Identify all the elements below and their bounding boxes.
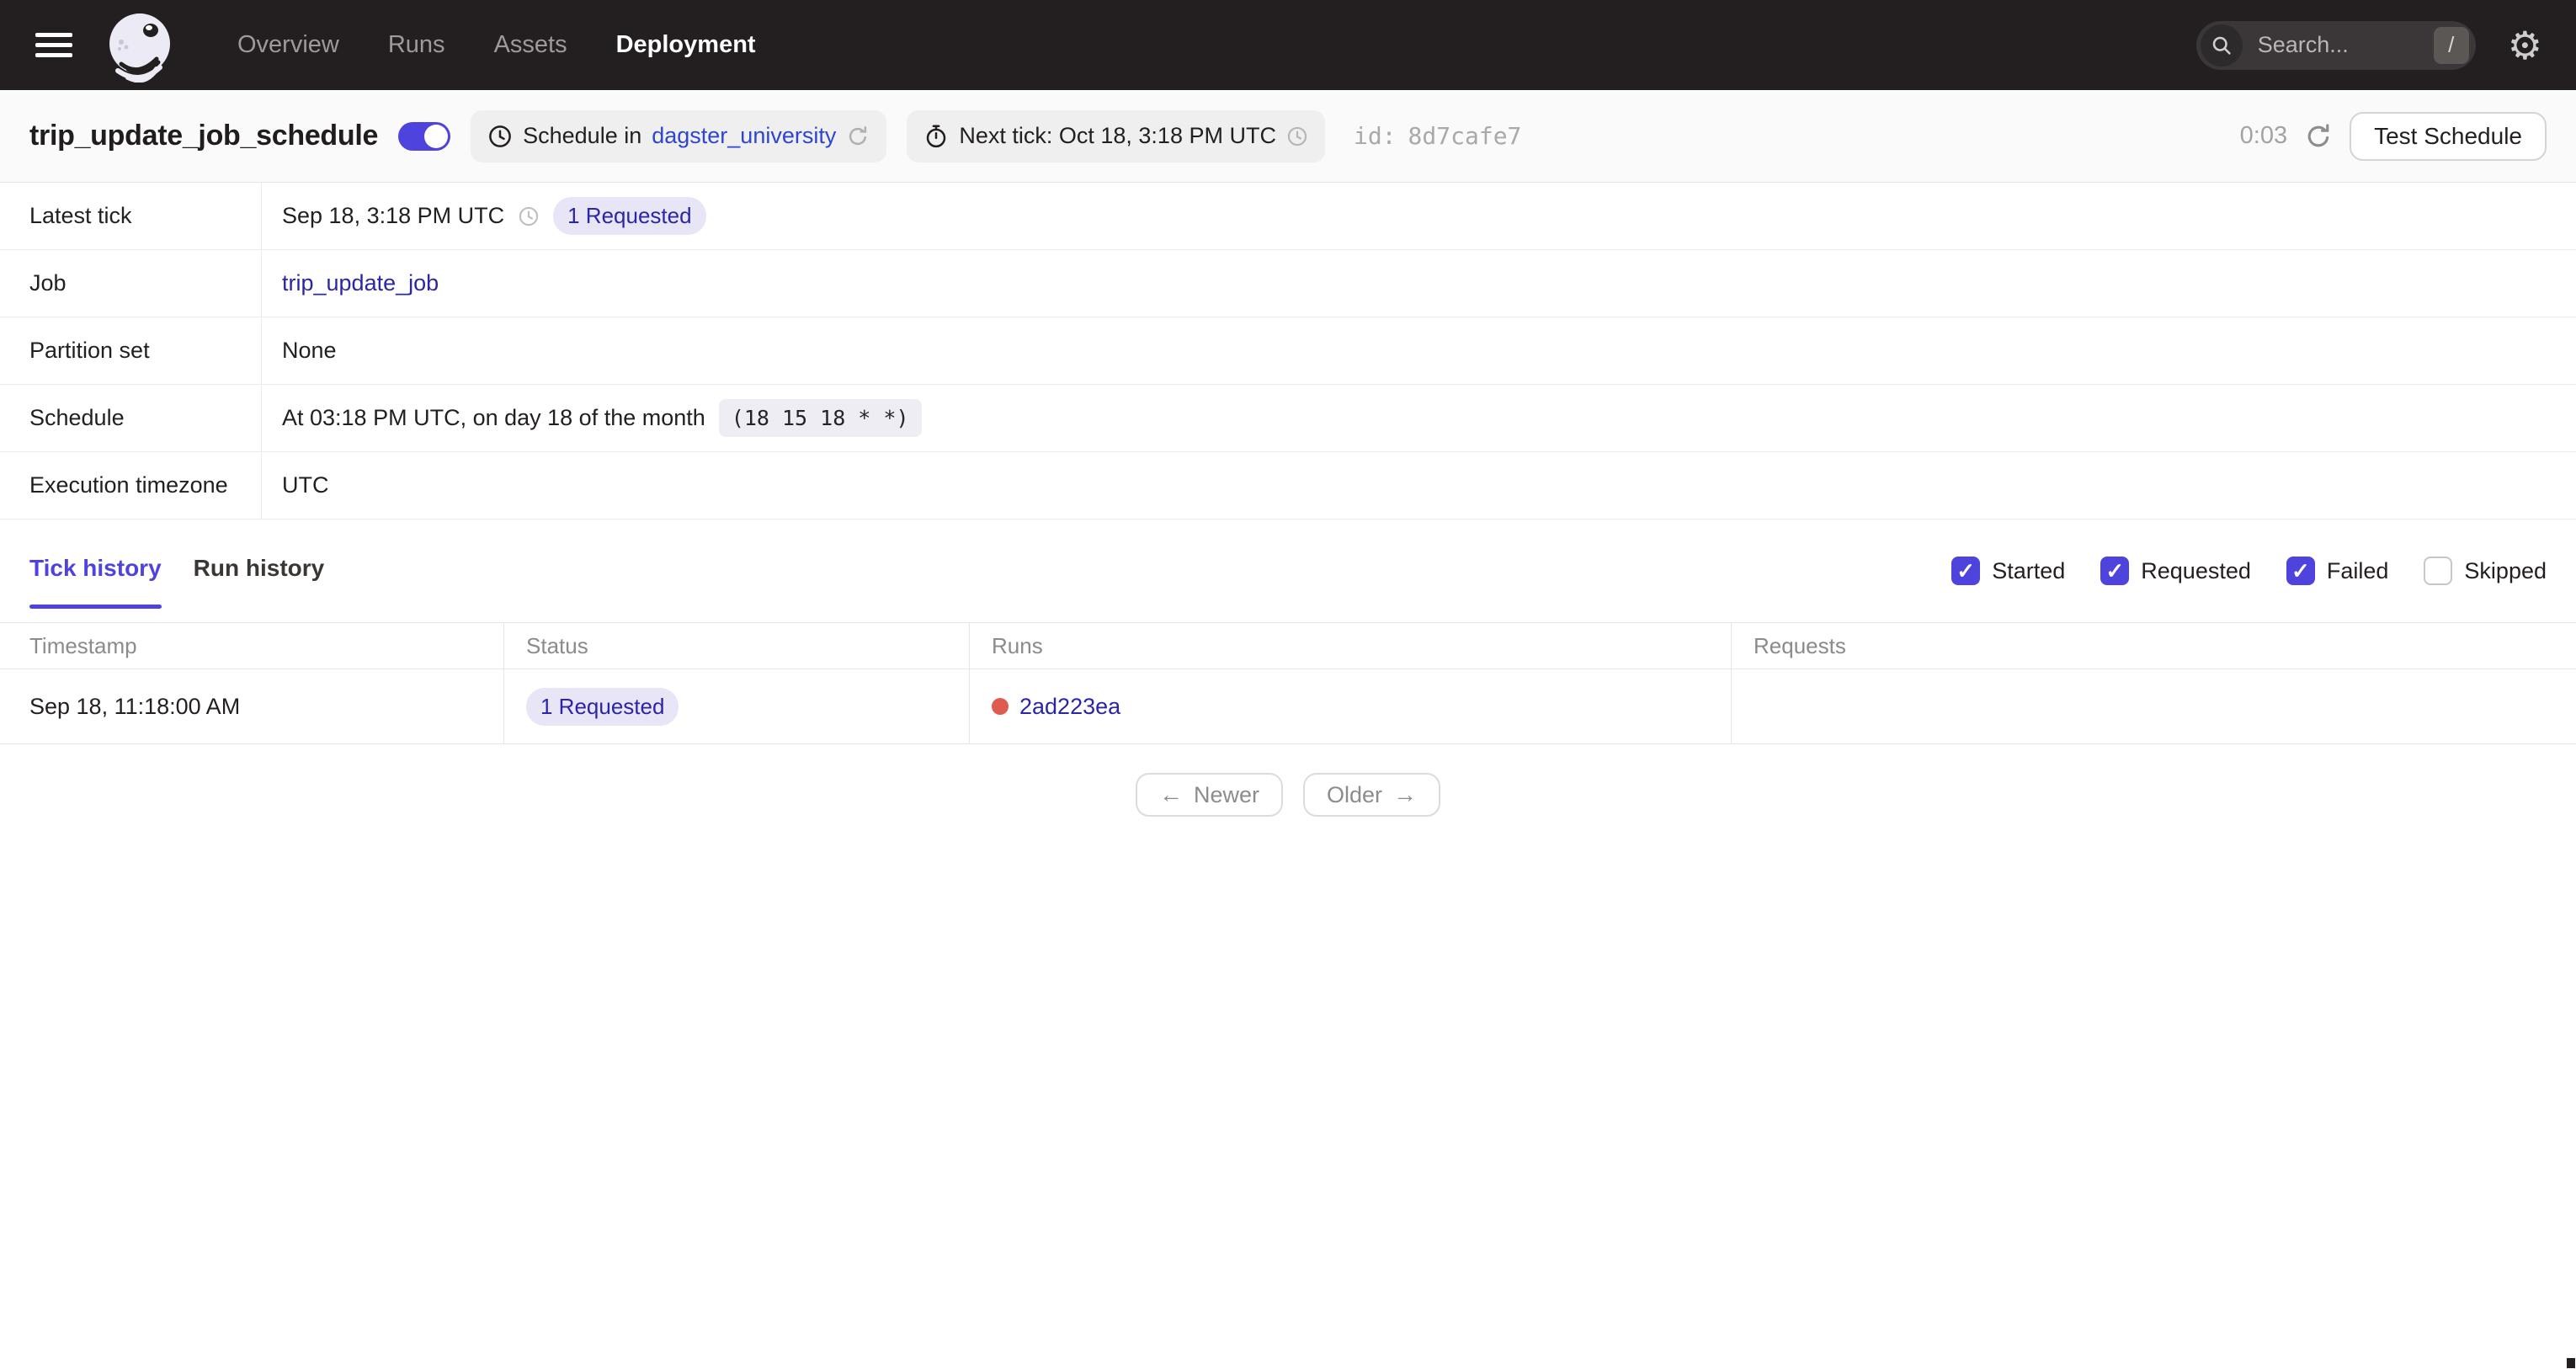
- schedule-details: Latest tick Sep 18, 3:18 PM UTC 1 Reques…: [0, 183, 2576, 519]
- older-button[interactable]: Older →: [1303, 773, 1441, 817]
- detail-row-latest-tick: Latest tick Sep 18, 3:18 PM UTC 1 Reques…: [0, 183, 2576, 250]
- dagster-logo[interactable]: [103, 8, 177, 83]
- latest-tick-timestamp: Sep 18, 3:18 PM UTC: [282, 203, 505, 228]
- id-value: 8d7cafe7: [1408, 122, 1522, 150]
- detail-label: Execution timezone: [0, 452, 262, 519]
- tick-history-table: Timestamp Status Runs Requests Sep 18, 1…: [0, 622, 2576, 744]
- detail-row-job: Job trip_update_job: [0, 250, 2576, 317]
- checkbox-failed[interactable]: ✓: [2286, 557, 2315, 585]
- timezone-clock-icon[interactable]: [1286, 125, 1308, 147]
- nav-deployment[interactable]: Deployment: [616, 31, 756, 59]
- table-row: Sep 18, 11:18:00 AM 1 Requested 2ad223ea: [0, 669, 2576, 744]
- toggle-knob: [424, 124, 449, 148]
- schedule-id: id: 8d7cafe7: [1354, 122, 1521, 150]
- run-link[interactable]: 2ad223ea: [1019, 694, 1120, 720]
- tick-status-badge[interactable]: 1 Requested: [526, 687, 679, 726]
- primary-nav: Overview Runs Assets Deployment: [237, 31, 756, 59]
- reload-icon[interactable]: [846, 125, 870, 148]
- tick-timestamp-cell: Sep 18, 11:18:00 AM: [0, 669, 504, 743]
- checkbox-skipped[interactable]: [2424, 557, 2453, 585]
- col-requests: Requests: [1754, 632, 1846, 658]
- detail-label: Partition set: [0, 317, 262, 384]
- latest-tick-status-badge[interactable]: 1 Requested: [553, 197, 706, 235]
- job-link[interactable]: trip_update_job: [282, 270, 439, 296]
- nav-assets[interactable]: Assets: [494, 31, 567, 59]
- top-nav: Overview Runs Assets Deployment Search..…: [0, 0, 2576, 90]
- detail-row-partition-set: Partition set None: [0, 317, 2576, 385]
- filter-failed[interactable]: ✓ Failed: [2286, 557, 2388, 585]
- col-timestamp: Timestamp: [0, 623, 504, 669]
- filter-requested[interactable]: ✓ Requested: [2100, 557, 2251, 585]
- clock-icon: [489, 125, 512, 147]
- dagster-logo-icon: [109, 13, 170, 83]
- run-status-dot: [992, 698, 1009, 715]
- search-shortcut-badge: /: [2433, 26, 2469, 64]
- nav-runs[interactable]: Runs: [388, 31, 445, 59]
- detail-label: Schedule: [0, 385, 262, 451]
- arrow-right-icon: →: [1393, 781, 1418, 807]
- refresh-icon[interactable]: [2304, 122, 2333, 151]
- schedule-description: At 03:18 PM UTC, on day 18 of the month: [282, 405, 705, 430]
- col-status: Status: [504, 623, 970, 669]
- timer-icon: [927, 125, 946, 147]
- tick-runs-cell: 2ad223ea: [970, 669, 1732, 743]
- tab-tick-history[interactable]: Tick history: [29, 555, 162, 609]
- newer-button[interactable]: ← Newer: [1135, 773, 1283, 817]
- tab-run-history[interactable]: Run history: [194, 555, 325, 609]
- search-icon: [2200, 24, 2243, 67]
- corner-artifact: [2567, 1358, 2575, 1368]
- next-tick-tag: Next tick: Oct 18, 3:18 PM UTC: [907, 109, 1325, 162]
- checkbox-requested[interactable]: ✓: [2100, 557, 2130, 585]
- nav-overview[interactable]: Overview: [237, 31, 339, 59]
- tick-status-cell: 1 Requested: [504, 669, 970, 743]
- filter-skipped[interactable]: Skipped: [2424, 557, 2547, 585]
- gear-icon[interactable]: ⚙: [2508, 26, 2542, 65]
- tick-status-filters: ✓ Started ✓ Requested ✓ Failed Skipped: [1951, 555, 2547, 585]
- history-tabs-bar: Tick history Run history ✓ Started ✓ Req…: [0, 519, 2576, 609]
- col-runs: Runs: [970, 623, 1732, 669]
- search-placeholder: Search...: [2257, 32, 2349, 57]
- filter-started[interactable]: ✓ Started: [1951, 557, 2065, 585]
- detail-label: Job: [0, 250, 262, 317]
- schedule-header: trip_update_job_schedule Schedule in dag…: [0, 90, 2576, 183]
- refresh-countdown: 0:03: [2239, 122, 2288, 149]
- code-location-link[interactable]: dagster_university: [652, 123, 836, 149]
- detail-row-timezone: Execution timezone UTC: [0, 452, 2576, 519]
- timezone-value: UTC: [282, 472, 329, 498]
- menu-icon[interactable]: [35, 33, 72, 57]
- schedule-location-tag: Schedule in dagster_university: [471, 109, 887, 162]
- table-header-row: Timestamp Status Runs Requests: [0, 623, 2576, 669]
- checkbox-started[interactable]: ✓: [1951, 557, 1981, 585]
- detail-label: Latest tick: [0, 183, 262, 249]
- next-tick-label: Next tick: Oct 18, 3:18 PM UTC: [959, 123, 1276, 148]
- pagination: ← Newer Older →: [0, 773, 2576, 817]
- cron-expression-badge: (18 15 18 * *): [718, 399, 922, 437]
- timezone-clock-icon[interactable]: [518, 205, 540, 227]
- search-input[interactable]: Search... /: [2195, 20, 2476, 70]
- schedule-location-prefix: Schedule in: [523, 123, 642, 148]
- page-title: trip_update_job_schedule: [29, 120, 379, 152]
- tick-requests-cell: [1732, 669, 2576, 743]
- schedule-toggle[interactable]: [398, 121, 451, 151]
- arrow-left-icon: ←: [1158, 781, 1183, 807]
- detail-row-schedule: Schedule At 03:18 PM UTC, on day 18 of t…: [0, 385, 2576, 452]
- test-schedule-button[interactable]: Test Schedule: [2350, 111, 2547, 161]
- partition-set-value: None: [282, 338, 337, 363]
- id-label: id:: [1353, 122, 1397, 150]
